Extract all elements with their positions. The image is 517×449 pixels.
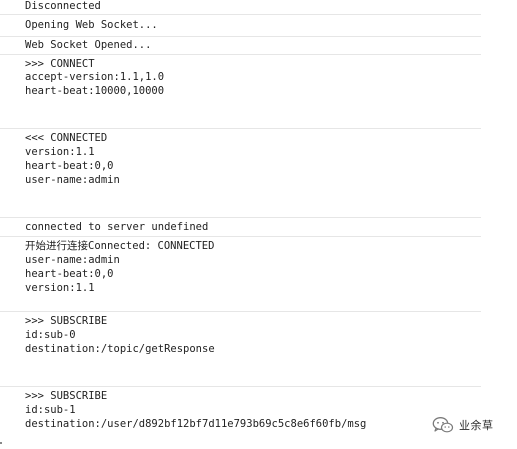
log-line: version:1.1 [25, 282, 95, 294]
log-line: Opening Web Socket... [25, 19, 158, 31]
log-line: heart-beat:0,0 [25, 268, 114, 280]
log-entry-subscribe-1: >>> SUBSCRIBE id:sub-1 destination:/user… [0, 386, 481, 449]
log-line: >>> SUBSCRIBE [25, 315, 108, 327]
log-line: >>> CONNECT [25, 58, 95, 70]
log-line: heart-beat:0,0 [25, 160, 114, 172]
log-line: Disconnected [25, 0, 101, 12]
log-line: destination:/topic/getResponse [25, 343, 215, 355]
log-line: version:1.1 [25, 146, 95, 158]
watermark: 业余草 [432, 416, 494, 434]
log-line: id:sub-0 [25, 329, 76, 341]
log-entry-subscribe-0: >>> SUBSCRIBE id:sub-0 destination:/topi… [0, 311, 481, 386]
log-line: user-name:admin [25, 174, 120, 186]
log-line: Web Socket Opened... [25, 39, 152, 51]
log-line: >>> SUBSCRIBE [25, 390, 108, 402]
log-line: user-name:admin [25, 254, 120, 266]
log-entry-disconnected: Disconnected [0, 0, 481, 14]
log-entry-opening: Opening Web Socket... [0, 14, 481, 36]
log-line: heart-beat:10000,10000 [25, 85, 165, 97]
log-entry-opened: Web Socket Opened... [0, 36, 481, 54]
log-line: accept-version:1.1,1.0 [25, 71, 165, 83]
log-entry-connected-frame: <<< CONNECTED version:1.1 heart-beat:0,0… [0, 128, 481, 217]
wechat-icon [432, 417, 454, 433]
log-entry-connected-to-server: connected to server undefined [0, 217, 481, 236]
watermark-text: 业余草 [459, 419, 494, 432]
log-line: connected to server undefined [25, 221, 209, 233]
log-line: destination:/user/d892bf12bf7d11e793b69c… [25, 418, 367, 430]
log-line: <<< CONNECTED [25, 132, 108, 144]
log-line: id:sub-1 [25, 404, 76, 416]
log-entry-connect-frame: >>> CONNECT accept-version:1.1,1.0 heart… [0, 54, 481, 128]
edge-mark [0, 442, 2, 444]
log-line: 开始进行连接Connected: CONNECTED [25, 240, 215, 252]
log-entry-connection-start: 开始进行连接Connected: CONNECTED user-name:adm… [0, 236, 481, 311]
